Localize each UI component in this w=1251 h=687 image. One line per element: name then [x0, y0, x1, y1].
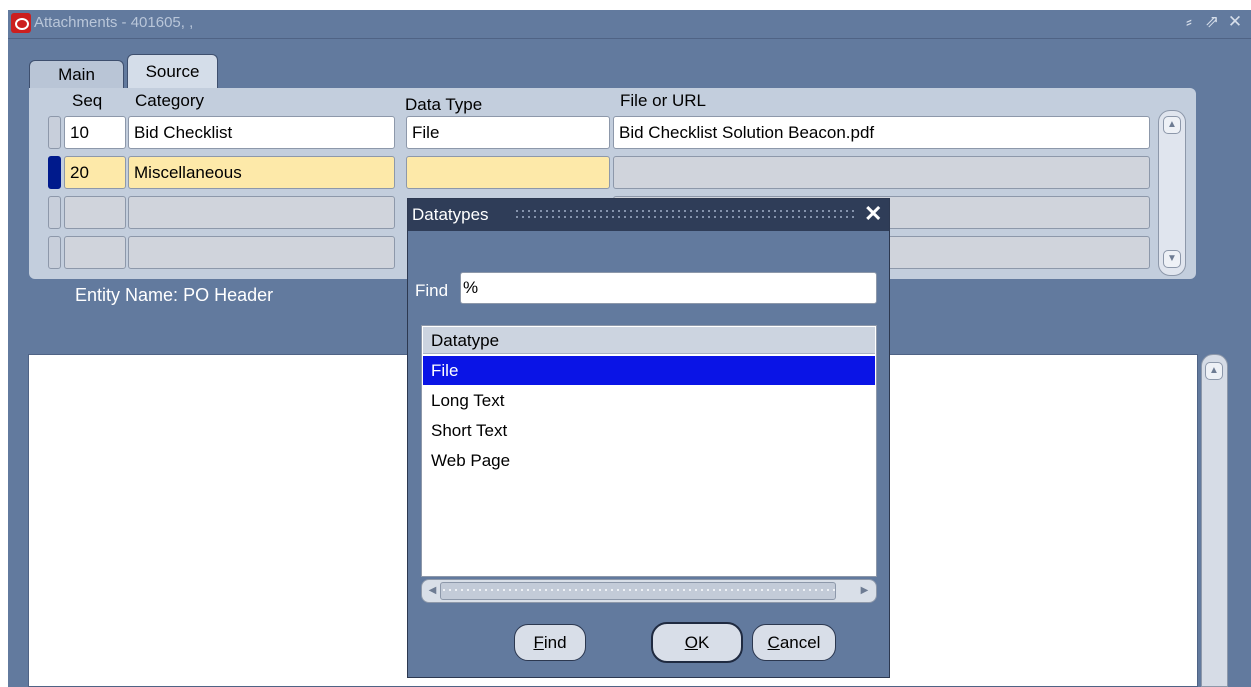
- record-indicator[interactable]: [48, 236, 61, 269]
- datatype-column-header: Datatype: [423, 327, 875, 354]
- seq-field[interactable]: [64, 196, 126, 229]
- dialog-title: Datatypes: [412, 205, 489, 224]
- find-label: Find: [415, 281, 449, 300]
- find-button-label: ind: [543, 633, 567, 652]
- entity-name-value: PO Header: [183, 285, 274, 305]
- list-item[interactable]: Long Text: [423, 386, 875, 415]
- dialog-close-icon[interactable]: ✕: [864, 201, 882, 227]
- scroll-down-icon[interactable]: ▼: [1163, 250, 1181, 268]
- data-type-field[interactable]: File: [406, 116, 610, 149]
- find-input[interactable]: %: [460, 272, 877, 304]
- cancel-button-mnemonic: C: [767, 633, 780, 652]
- seq-field[interactable]: 10: [64, 116, 126, 149]
- category-field[interactable]: Bid Checklist: [128, 116, 395, 149]
- dialog-drag-handle[interactable]: [514, 208, 854, 222]
- window-title: Attachments - 401605, ,: [34, 14, 194, 31]
- category-field[interactable]: Miscellaneous: [128, 156, 395, 189]
- current-record-indicator[interactable]: [48, 156, 61, 189]
- category-column-header: Category: [135, 91, 204, 110]
- cancel-button-label: ancel: [779, 633, 821, 652]
- entity-name-label: Entity Name:: [75, 285, 179, 305]
- scroll-up-icon[interactable]: ▲: [1205, 362, 1223, 380]
- file-or-url-column-header: File or URL: [620, 91, 706, 110]
- seq-column-header: Seq: [72, 91, 103, 110]
- data-type-column-header: Data Type: [405, 95, 483, 114]
- window-title-bar[interactable]: [8, 10, 1251, 39]
- restore-icon[interactable]: ⇗: [1203, 12, 1221, 32]
- category-field[interactable]: [128, 196, 395, 229]
- category-field[interactable]: [128, 236, 395, 269]
- file-or-url-field[interactable]: Bid Checklist Solution Beacon.pdf: [613, 116, 1150, 149]
- scroll-up-icon[interactable]: ▲: [1163, 116, 1181, 134]
- scroll-right-icon[interactable]: ▶: [856, 582, 873, 600]
- oracle-logo-icon: [11, 13, 31, 33]
- seq-field[interactable]: 20: [64, 156, 126, 189]
- scrollbar-thumb[interactable]: [440, 582, 836, 600]
- data-type-field[interactable]: [406, 156, 610, 189]
- tab-source[interactable]: Source: [127, 54, 218, 89]
- ok-button-mnemonic: O: [684, 633, 698, 652]
- record-indicator[interactable]: [48, 116, 61, 149]
- entity-name: Entity Name: PO Header: [75, 285, 273, 305]
- scroll-left-icon[interactable]: ◀: [424, 582, 441, 600]
- minimize-icon[interactable]: ⸗: [1180, 12, 1198, 32]
- find-button[interactable]: Find: [514, 624, 586, 661]
- cancel-button[interactable]: Cancel: [752, 624, 836, 661]
- list-item[interactable]: Web Page: [423, 446, 875, 475]
- list-item[interactable]: Short Text: [423, 416, 875, 445]
- seq-field[interactable]: [64, 236, 126, 269]
- text-area-scrollbar[interactable]: [1201, 354, 1228, 687]
- tab-main[interactable]: Main: [29, 60, 124, 89]
- record-indicator[interactable]: [48, 196, 61, 229]
- ok-button[interactable]: OK: [651, 622, 743, 663]
- find-button-mnemonic: F: [533, 633, 544, 652]
- list-item[interactable]: File: [423, 356, 875, 385]
- file-or-url-field[interactable]: [613, 156, 1150, 189]
- ok-button-label: K: [697, 633, 710, 652]
- close-icon[interactable]: ✕: [1226, 12, 1244, 32]
